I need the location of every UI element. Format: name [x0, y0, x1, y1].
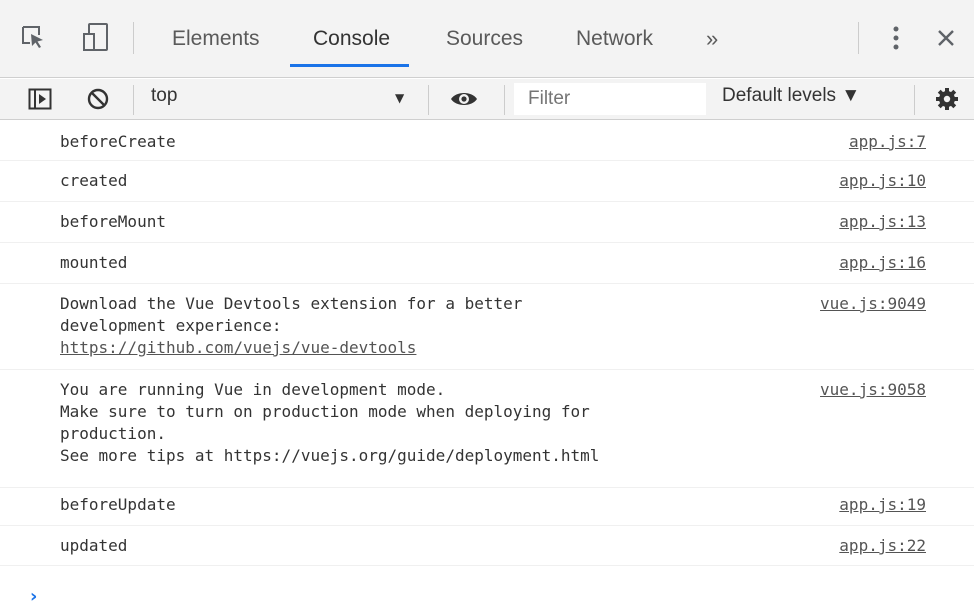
message-text: updated [60, 536, 128, 555]
console-prompt[interactable]: › [30, 586, 37, 607]
gear-icon[interactable] [932, 85, 962, 113]
tab-elements[interactable]: Elements [172, 0, 260, 78]
source-link[interactable]: app.js:13 [839, 211, 926, 233]
kebab-menu-icon[interactable] [884, 22, 908, 54]
chevron-down-icon[interactable]: ▼ [395, 91, 404, 105]
device-toolbar-icon[interactable] [82, 21, 112, 53]
live-expression-eye-icon[interactable] [446, 85, 482, 113]
context-selector[interactable]: top [151, 85, 177, 107]
log-levels-dropdown[interactable]: Default levels ▼ [722, 85, 860, 107]
console-messages: beforeCreate app.js:7 created app.js:10 … [0, 120, 974, 566]
console-message: beforeMount app.js:13 [0, 202, 974, 243]
filter-input-box[interactable] [514, 83, 720, 115]
tab-network[interactable]: Network [576, 0, 653, 78]
message-text: Make sure to turn on production mode whe… [60, 402, 590, 421]
toolbar-divider [133, 85, 134, 115]
message-text: beforeCreate [60, 132, 176, 151]
console-message: Download the Vue Devtools extension for … [0, 284, 974, 370]
message-text: development experience: [60, 316, 282, 335]
tab-sources[interactable]: Sources [446, 0, 523, 78]
message-text: beforeMount [60, 212, 166, 231]
message-text: production. [60, 424, 166, 443]
tabbar-divider [858, 22, 859, 54]
devtools-tabbar: Elements Console Sources Network » [0, 0, 974, 78]
source-link[interactable]: app.js:7 [849, 131, 926, 153]
inspect-element-icon[interactable] [18, 22, 48, 52]
message-text: beforeUpdate [60, 495, 176, 514]
toolbar-divider [504, 85, 505, 115]
more-tabs-button[interactable]: » [706, 0, 718, 78]
message-text: created [60, 171, 128, 190]
message-text: Download the Vue Devtools extension for … [60, 294, 523, 313]
show-sidebar-icon[interactable] [26, 85, 54, 113]
close-icon[interactable] [932, 24, 960, 52]
source-link[interactable]: vue.js:9058 [820, 379, 926, 401]
source-link[interactable]: vue.js:9049 [820, 293, 926, 315]
message-text: You are running Vue in development mode. [60, 380, 446, 399]
source-link[interactable]: app.js:19 [839, 494, 926, 516]
console-message: beforeCreate app.js:7 [0, 120, 974, 161]
message-text: See more tips at https://vuejs.org/guide… [60, 446, 600, 465]
console-message: created app.js:10 [0, 161, 974, 202]
console-toolbar: top ▼ Default levels ▼ [0, 79, 974, 120]
tabbar-divider [133, 22, 134, 54]
console-message: updated app.js:22 [0, 526, 974, 566]
toolbar-divider [428, 85, 429, 115]
source-link[interactable]: app.js:16 [839, 252, 926, 274]
console-message: beforeUpdate app.js:19 [0, 488, 974, 526]
filter-input[interactable] [514, 83, 720, 115]
console-message: mounted app.js:16 [0, 243, 974, 284]
devtools-url-link[interactable]: https://github.com/vuejs/vue-devtools [60, 337, 416, 359]
source-link[interactable]: app.js:22 [839, 535, 926, 557]
console-message: You are running Vue in development mode.… [0, 370, 974, 488]
source-link[interactable]: app.js:10 [839, 170, 926, 192]
active-tab-indicator [290, 64, 409, 67]
message-text: mounted [60, 253, 128, 272]
toolbar-divider [914, 85, 915, 115]
clear-console-icon[interactable] [84, 85, 112, 113]
